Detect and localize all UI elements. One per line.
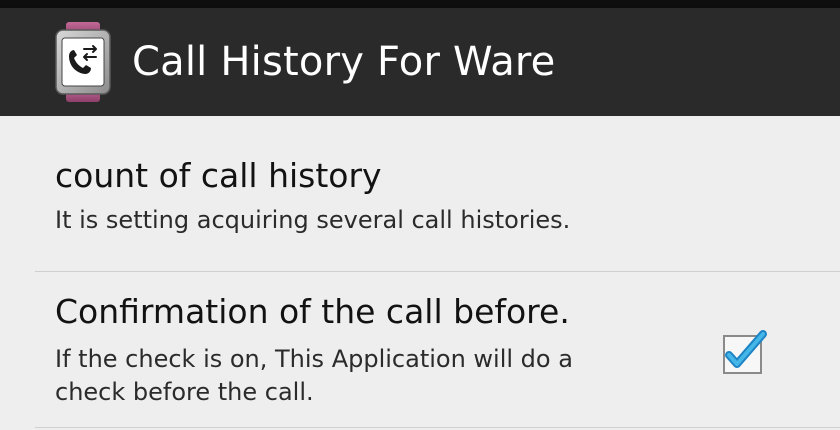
preference-title: count of call history: [55, 156, 382, 195]
checkmark-icon: [723, 330, 767, 374]
preference-title: Confirmation of the call before.: [55, 292, 570, 331]
app-title: Call History For Ware: [132, 39, 556, 85]
action-bar: Call History For Ware: [0, 8, 840, 116]
preference-list: count of call history It is setting acqu…: [0, 116, 840, 430]
list-divider: [35, 271, 840, 272]
status-bar-strip: [0, 0, 840, 8]
confirmation-checkbox[interactable]: [716, 323, 772, 379]
app-icon[interactable]: [54, 22, 112, 102]
watch-phone-icon: [55, 22, 111, 102]
list-divider: [35, 427, 840, 428]
preference-summary: It is setting acquiring several call his…: [55, 206, 571, 234]
preference-summary: If the check is on, This Application wil…: [55, 345, 573, 406]
